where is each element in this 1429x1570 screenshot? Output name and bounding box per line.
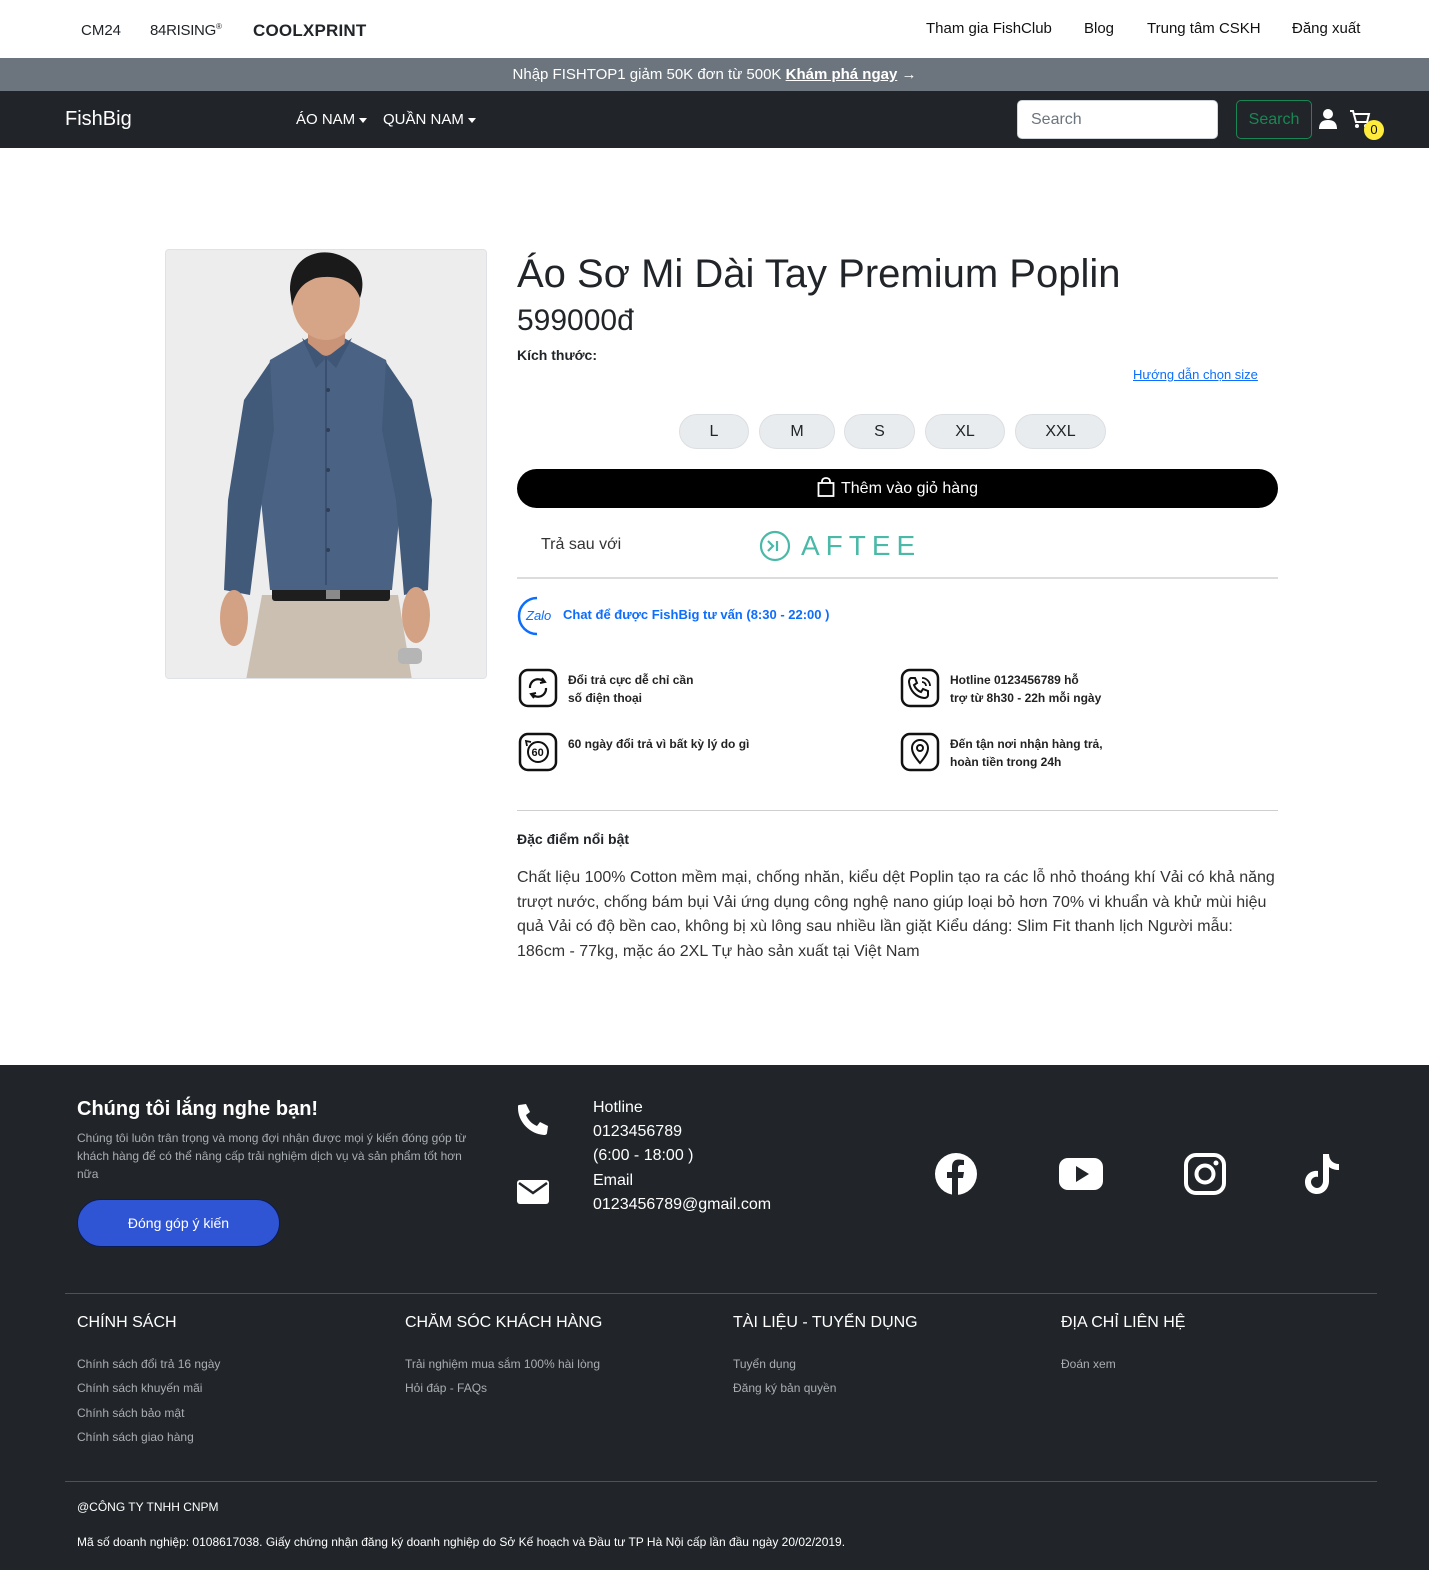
brand-84rising-mark: ® — [215, 22, 222, 31]
tiktok-icon[interactable] — [1299, 1151, 1345, 1197]
search-input[interactable]: Search — [1017, 100, 1218, 139]
product-photo-illustration — [166, 250, 486, 678]
return-icon — [518, 668, 558, 708]
phone-icon — [518, 1104, 548, 1135]
top-bar: CM24 84RISING® COOLXPRINT Tham gia FishC… — [0, 0, 1429, 58]
60-days-icon: 60 — [518, 732, 558, 772]
footer-col-docs-title: TÀI LIỆU - TUYỂN DỤNG — [733, 1314, 918, 1331]
footer-divider — [65, 1481, 1377, 1482]
feature-text-line: trợ từ 8h30 - 22h mỗi ngày — [950, 691, 1102, 705]
feature-text-line: Đến tận nơi nhận hàng trả, — [950, 737, 1103, 751]
footer-divider — [65, 1293, 1377, 1294]
product-price: 599000đ — [517, 304, 634, 337]
svg-text:60: 60 — [532, 747, 544, 759]
size-option-s[interactable]: S — [844, 414, 915, 449]
footer-link[interactable]: Chính sách khuyến mãi — [77, 1381, 202, 1395]
user-icon[interactable] — [1318, 108, 1338, 130]
product-description: Chất liệu 100% Cotton mềm mại, chống nhă… — [517, 869, 1275, 960]
footer-link[interactable]: Chính sách bảo mật — [77, 1406, 184, 1420]
divider — [517, 577, 1278, 579]
aftee-logo[interactable]: AFTEE — [759, 528, 921, 564]
brand-link-coolxprint[interactable]: COOLXPRINT — [253, 21, 366, 41]
nav-quan-nam-label: QUẦN NAM — [383, 111, 464, 128]
footer-title: Chúng tôi lắng nghe bạn! — [77, 1098, 319, 1120]
navbar-brand[interactable]: FishBig — [65, 108, 132, 131]
pay-later-label: Trả sau với — [541, 536, 622, 553]
divider — [517, 810, 1278, 811]
zalo-chat-link[interactable]: Chat để được FishBig tư vấn (8:30 - 22:0… — [563, 607, 829, 622]
nav-ao-nam-label: ÁO NAM — [296, 111, 356, 128]
hotline-hours: (6:00 - 18:00 ) — [593, 1147, 694, 1164]
footer-link[interactable]: Đoán xem — [1061, 1357, 1116, 1371]
footer-link[interactable]: Đăng ký bản quyền — [733, 1381, 836, 1395]
top-link-logout[interactable]: Đăng xuất — [1292, 20, 1360, 37]
feature-easy-return: Đổi trả cực dễ chỉ cần số điện thoại — [568, 671, 693, 707]
size-option-m[interactable]: M — [759, 414, 835, 449]
youtube-icon[interactable] — [1058, 1151, 1104, 1197]
promo-bar: Nhập FISHTOP1 giảm 50K đơn từ 500K Khám … — [0, 58, 1429, 91]
location-icon — [900, 732, 940, 772]
feature-text-line: hoàn tiền trong 24h — [950, 755, 1062, 769]
footer-col-care-title: CHĂM SÓC KHÁCH HÀNG — [405, 1314, 603, 1331]
footer-col-address-title: ĐỊA CHỈ LIÊN HỆ — [1061, 1314, 1186, 1331]
facebook-icon[interactable] — [933, 1151, 979, 1197]
footer-link[interactable]: Tuyển dụng — [733, 1357, 796, 1371]
footer-link[interactable]: Hỏi đáp - FAQs — [405, 1381, 487, 1395]
aftee-mark-icon — [759, 530, 791, 562]
hotline-label: Hotline — [593, 1099, 643, 1116]
add-to-cart-label: Thêm vào giỏ hàng — [841, 480, 978, 497]
promo-explore-link[interactable]: Khám phá ngay — [786, 66, 898, 83]
caret-down-icon — [467, 117, 476, 123]
footer-link[interactable]: Trải nghiệm mua sắm 100% hài lòng — [405, 1357, 600, 1371]
feature-text-line: Đổi trả cực dễ chỉ cần — [568, 673, 694, 687]
search-button[interactable]: Search — [1236, 100, 1312, 139]
size-option-xl[interactable]: XL — [925, 414, 1005, 449]
feature-hotline: Hotline 0123456789 hỗ trợ từ 8h30 - 22h m… — [950, 671, 1101, 707]
caret-down-icon — [359, 117, 368, 123]
cart-count-badge: 0 — [1364, 120, 1384, 140]
arrow-right-icon: → — [901, 66, 917, 83]
nav-dropdown-quan-nam[interactable]: QUẦN NAM — [383, 111, 476, 128]
promo-text: Nhập FISHTOP1 giảm 50K đơn từ 500K — [512, 66, 782, 83]
brand-link-cm24[interactable]: CM24 — [81, 22, 121, 39]
highlights-title: Đặc điểm nổi bật — [517, 831, 630, 847]
footer-link[interactable]: Chính sách giao hàng — [77, 1430, 194, 1444]
feature-text-line: 60 ngày đổi trả vì bất kỳ lý do gì — [568, 737, 750, 751]
footer-description: Chúng tôi luôn trân trọng và mong đợi nh… — [77, 1131, 467, 1181]
instagram-icon[interactable] — [1182, 1151, 1228, 1197]
top-link-support-center[interactable]: Trung tâm CSKH — [1147, 20, 1261, 37]
size-option-xxl[interactable]: XXL — [1015, 414, 1106, 449]
feature-60-days-return: 60 ngày đổi trả vì bất kỳ lý do gì — [568, 735, 749, 753]
hotline-icon — [900, 668, 940, 708]
footer: Chúng tôi lắng nghe bạn! Chúng tôi luôn … — [0, 1065, 1429, 1570]
product-image[interactable] — [165, 249, 487, 679]
hotline-number[interactable]: 0123456789 — [593, 1123, 682, 1141]
size-label: Kích thước: — [517, 347, 597, 363]
footer-license: Mã số doanh nghiệp: 0108617038. Giấy chứ… — [77, 1535, 846, 1549]
feature-pickup-refund: Đến tận nơi nhận hàng trả, hoàn tiền tron… — [950, 735, 1103, 771]
brand-link-84rising[interactable]: 84RISING® — [150, 22, 222, 39]
feedback-button[interactable]: Đóng góp ý kiến — [77, 1199, 280, 1247]
size-guide-link[interactable]: Hướng dẫn chọn size — [1133, 367, 1258, 382]
add-to-cart-button[interactable]: Thêm vào giỏ hàng — [517, 469, 1278, 508]
aftee-wordmark: AFTEE — [801, 530, 922, 561]
product-title: Áo Sơ Mi Dài Tay Premium Poplin — [517, 252, 1121, 296]
shopping-bag-icon — [817, 477, 835, 497]
brand-84rising-text: 84RISING — [150, 22, 216, 39]
footer-company: @CÔNG TY TNHH CNPM — [77, 1500, 219, 1514]
feature-text-line: Hotline 0123456789 hỗ — [950, 673, 1079, 687]
footer-link[interactable]: Chính sách đổi trả 16 ngày — [77, 1357, 220, 1371]
nav-dropdown-ao-nam[interactable]: ÁO NAM — [296, 111, 368, 128]
email-label: Email — [593, 1172, 634, 1189]
zalo-icon[interactable]: Zalo — [517, 596, 557, 636]
feature-text-line: số điện thoại — [568, 691, 643, 705]
email-address[interactable]: 0123456789@gmail.com — [593, 1196, 771, 1214]
top-link-blog[interactable]: Blog — [1084, 20, 1114, 37]
zalo-icon-label: Zalo — [525, 608, 551, 623]
top-link-fishclub[interactable]: Tham gia FishClub — [926, 20, 1052, 37]
email-icon — [517, 1180, 549, 1204]
footer-col-policy-title: CHÍNH SÁCH — [77, 1314, 177, 1331]
size-option-l[interactable]: L — [679, 414, 749, 449]
